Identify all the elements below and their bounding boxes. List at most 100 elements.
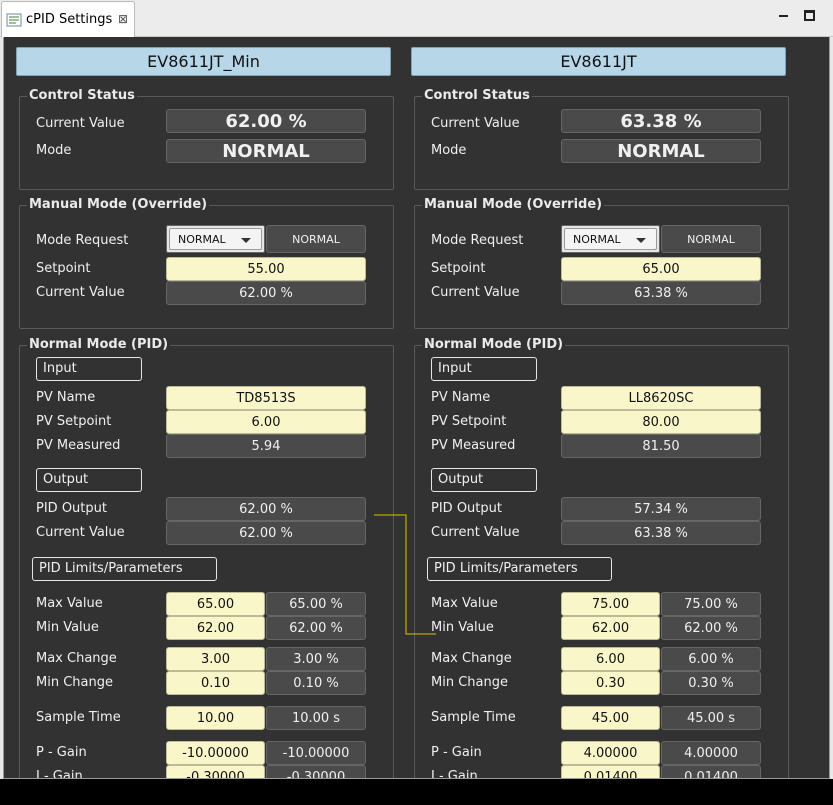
p-gain-label: P - Gain xyxy=(36,745,87,760)
cs-current-value: 62.00 % xyxy=(166,109,366,133)
chevron-down-icon xyxy=(241,238,251,243)
mode-request-value: NORMAL xyxy=(661,225,761,253)
min-value-label: Min Value xyxy=(431,620,494,635)
setpoint-input[interactable]: 65.00 xyxy=(561,257,761,281)
mode-request-value: NORMAL xyxy=(266,225,366,253)
output-section-label: Output xyxy=(431,468,537,492)
pv-setpoint-input[interactable]: 80.00 xyxy=(561,410,761,434)
tab-bar: cPID Settings ⊠ xyxy=(0,0,833,37)
pid-output-value: 62.00 % xyxy=(166,497,366,521)
setpoint-label: Setpoint xyxy=(431,261,486,276)
i-gain-input[interactable]: 0.01400 xyxy=(561,765,660,778)
min-value-input[interactable]: 62.00 xyxy=(561,616,660,640)
max-value-readout: 65.00 % xyxy=(266,592,366,616)
min-change-label: Min Change xyxy=(36,675,113,690)
p-gain-readout: -10.00000 xyxy=(266,741,366,765)
min-change-input[interactable]: 0.10 xyxy=(166,671,265,695)
sample-time-label: Sample Time xyxy=(431,710,516,725)
min-change-input[interactable]: 0.30 xyxy=(561,671,660,695)
manual-current-value-label: Current Value xyxy=(36,285,125,300)
sample-time-readout: 10.00 s xyxy=(266,706,366,730)
pv-name-label: PV Name xyxy=(36,390,96,405)
settings-panel: EV8611JT_Min Control Status Current Valu… xyxy=(3,37,830,779)
maximize-icon[interactable] xyxy=(804,10,815,21)
p-gain-input[interactable]: -10.00000 xyxy=(166,741,265,765)
i-gain-readout: -0.30000 xyxy=(266,765,366,778)
output-current-value: 62.00 % xyxy=(166,521,366,545)
normal-mode-title: Normal Mode (PID) xyxy=(27,337,171,352)
min-value-label: Min Value xyxy=(36,620,99,635)
output-current-value-label: Current Value xyxy=(36,525,125,540)
manual-mode-title: Manual Mode (Override) xyxy=(27,197,210,212)
sample-time-readout: 45.00 s xyxy=(661,706,761,730)
i-gain-input[interactable]: -0.30000 xyxy=(166,765,265,778)
cs-current-value-label: Current Value xyxy=(36,116,125,131)
max-change-label: Max Change xyxy=(431,651,512,666)
pid-limits-section-label: PID Limits/Parameters xyxy=(427,557,612,581)
min-value-input[interactable]: 62.00 xyxy=(166,616,265,640)
chevron-down-icon xyxy=(636,238,646,243)
manual-current-value: 62.00 % xyxy=(166,281,366,305)
p-gain-input[interactable]: 4.00000 xyxy=(561,741,660,765)
cs-current-value-label: Current Value xyxy=(431,116,520,131)
setpoint-label: Setpoint xyxy=(36,261,91,276)
min-value-readout: 62.00 % xyxy=(661,616,761,640)
max-value-input[interactable]: 75.00 xyxy=(561,592,660,616)
pv-measured-label: PV Measured xyxy=(36,438,121,453)
minimize-icon[interactable] xyxy=(777,8,791,24)
tab-cpid-settings[interactable]: cPID Settings ⊠ xyxy=(1,1,135,37)
p-gain-readout: 4.00000 xyxy=(661,741,761,765)
i-gain-readout: 0.01400 xyxy=(661,765,761,778)
pid-output-label: PID Output xyxy=(36,501,107,516)
cs-mode-label: Mode xyxy=(36,143,72,158)
mode-request-label: Mode Request xyxy=(36,233,129,248)
pv-name-input[interactable]: TD8513S xyxy=(166,386,366,410)
controller-column-1: EV8611JT Control Status Current Value 63… xyxy=(399,37,794,778)
controller-column-0: EV8611JT_Min Control Status Current Valu… xyxy=(4,37,399,779)
pid-limits-section-label: PID Limits/Parameters xyxy=(32,557,217,581)
input-section-label: Input xyxy=(431,357,537,381)
cs-mode-value: NORMAL xyxy=(561,139,761,163)
pv-setpoint-label: PV Setpoint xyxy=(36,414,112,429)
mode-request-dropdown[interactable]: NORMAL xyxy=(166,225,265,253)
settings-sheet-icon xyxy=(6,13,22,27)
min-change-readout: 0.30 % xyxy=(661,671,761,695)
control-status-title: Control Status xyxy=(27,88,137,103)
max-value-readout: 75.00 % xyxy=(661,592,761,616)
max-change-input[interactable]: 6.00 xyxy=(561,647,660,671)
manual-current-value-label: Current Value xyxy=(431,285,520,300)
max-value-input[interactable]: 65.00 xyxy=(166,592,265,616)
i-gain-label: I - Gain xyxy=(36,769,83,779)
manual-mode-title: Manual Mode (Override) xyxy=(422,197,605,212)
pv-measured-label: PV Measured xyxy=(431,438,516,453)
sample-time-label: Sample Time xyxy=(36,710,121,725)
max-change-readout: 6.00 % xyxy=(661,647,761,671)
setpoint-input[interactable]: 55.00 xyxy=(166,257,366,281)
sample-time-input[interactable]: 10.00 xyxy=(166,706,265,730)
max-change-input[interactable]: 3.00 xyxy=(166,647,265,671)
sample-time-input[interactable]: 45.00 xyxy=(561,706,660,730)
min-change-readout: 0.10 % xyxy=(266,671,366,695)
pid-output-value: 57.34 % xyxy=(561,497,761,521)
control-status-title: Control Status xyxy=(422,88,532,103)
pv-setpoint-label: PV Setpoint xyxy=(431,414,507,429)
min-value-readout: 62.00 % xyxy=(266,616,366,640)
pv-name-input[interactable]: LL8620SC xyxy=(561,386,761,410)
close-icon[interactable]: ⊠ xyxy=(118,12,128,26)
mode-request-dropdown[interactable]: NORMAL xyxy=(561,225,660,253)
controller-name-header: EV8611JT xyxy=(411,47,786,76)
pv-name-label: PV Name xyxy=(431,390,491,405)
pv-measured-value: 5.94 xyxy=(166,434,366,458)
output-current-value-label: Current Value xyxy=(431,525,520,540)
output-current-value: 63.38 % xyxy=(561,521,761,545)
min-change-label: Min Change xyxy=(431,675,508,690)
pid-output-label: PID Output xyxy=(431,501,502,516)
controller-name-header: EV8611JT_Min xyxy=(16,47,391,76)
pv-setpoint-input[interactable]: 6.00 xyxy=(166,410,366,434)
p-gain-label: P - Gain xyxy=(431,745,482,760)
max-change-readout: 3.00 % xyxy=(266,647,366,671)
input-section-label: Input xyxy=(36,357,142,381)
tab-title: cPID Settings xyxy=(26,12,113,27)
application-window: cPID Settings ⊠ EV8611JT_Min Control Sta… xyxy=(0,0,833,779)
pv-measured-value: 81.50 xyxy=(561,434,761,458)
